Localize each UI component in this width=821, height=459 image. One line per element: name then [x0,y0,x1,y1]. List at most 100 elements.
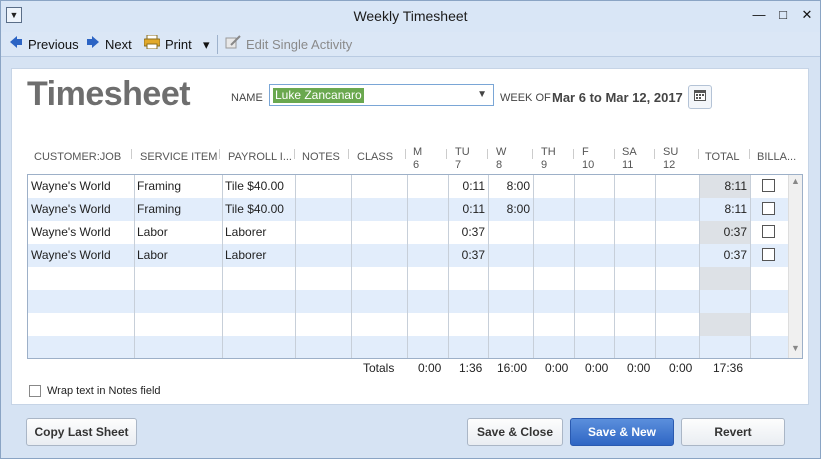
name-dropdown[interactable]: Luke Zancanaro ▼ [269,84,494,106]
print-label: Print [165,37,192,52]
calendar-button[interactable] [688,85,712,109]
table-row[interactable]: Wayne's World Framing Tile $40.00 0:11 8… [28,175,790,198]
table-row[interactable] [28,267,790,290]
cell-tuesday[interactable]: 0:11 [448,198,488,221]
col-wednesday-date: 8 [496,159,503,171]
cell-tuesday[interactable]: 0:37 [448,221,488,244]
col-monday-date: 6 [413,159,420,171]
col-saturday[interactable]: SA 11 [622,146,637,172]
header-separator [487,149,488,159]
header-separator [348,149,349,159]
chevron-down-icon[interactable]: ▼ [477,89,487,100]
cell-customer[interactable]: Wayne's World [28,244,134,267]
cell-customer[interactable]: Wayne's World [28,175,134,198]
wrap-text-checkbox[interactable] [29,385,41,397]
col-thursday-date: 9 [541,159,548,171]
save-new-button[interactable]: Save & New [570,418,674,446]
col-saturday-day: SA [622,146,637,158]
revert-button[interactable]: Revert [681,418,785,446]
cell-payroll[interactable]: Tile $40.00 [222,198,295,221]
cell-wednesday[interactable] [488,221,533,244]
wrap-text-option[interactable]: Wrap text in Notes field [29,385,161,397]
print-dropdown-icon[interactable]: ▾ [203,34,210,55]
col-sunday-day: SU [663,146,679,158]
col-sunday[interactable]: SU 12 [663,146,678,172]
cell-payroll[interactable]: Laborer [222,244,295,267]
cell-service[interactable]: Framing [134,198,222,221]
cell-customer[interactable]: Wayne's World [28,198,134,221]
column-divider [351,175,352,358]
billable-checkbox[interactable] [762,225,775,238]
col-sunday-date: 12 [663,159,676,171]
cell-service[interactable]: Labor [134,244,222,267]
column-divider [448,175,449,358]
table-row[interactable] [28,313,790,336]
col-monday[interactable]: M6 [413,146,422,172]
cell-payroll[interactable]: Laborer [222,221,295,244]
col-tuesday-day: TU [455,146,470,158]
cell-tuesday[interactable]: 0:11 [448,175,488,198]
total-monday: 0:00 [418,361,442,375]
week-of-label: WEEK OF [500,92,551,104]
timesheet-grid[interactable]: Wayne's World Framing Tile $40.00 0:11 8… [27,174,803,359]
cell-wednesday[interactable]: 8:00 [488,198,533,221]
column-divider [699,175,700,358]
scroll-down-icon[interactable]: ▼ [789,343,802,357]
copy-last-sheet-button[interactable]: Copy Last Sheet [26,418,137,446]
edit-single-activity-button[interactable]: Edit Single Activity [225,34,352,55]
col-tuesday[interactable]: TU 7 [455,146,470,172]
col-total[interactable]: TOTAL [705,151,739,164]
col-customer-job[interactable]: CUSTOMER:JOB [34,151,121,164]
billable-checkbox[interactable] [762,179,775,192]
calendar-icon [694,90,706,104]
close-icon[interactable]: ✕ [796,5,818,25]
scroll-up-icon[interactable]: ▲ [789,176,802,190]
cell-total: 0:37 [723,248,747,262]
save-close-button[interactable]: Save & Close [467,418,563,446]
cell-wednesday[interactable]: 8:00 [488,175,533,198]
previous-button[interactable]: Previous [9,34,79,55]
col-service-item[interactable]: SERVICE ITEM [140,151,217,164]
table-row[interactable]: Wayne's World Framing Tile $40.00 0:11 8… [28,198,790,221]
header-separator [532,149,533,159]
vertical-scrollbar[interactable]: ▲ ▼ [788,175,802,358]
previous-label: Previous [28,37,79,52]
billable-checkbox[interactable] [762,202,775,215]
cell-service[interactable]: Labor [134,221,222,244]
toolbar: Previous Next Print ▾ Edit Single Activi… [1,32,820,57]
totals-label: Totals [363,361,395,375]
col-class[interactable]: CLASS [357,151,393,164]
col-friday-day: F [582,146,589,158]
edit-icon [225,34,241,55]
column-divider [614,175,615,358]
col-notes[interactable]: NOTES [302,151,340,164]
title-bar: ▼ Weekly Timesheet — □ ✕ [1,1,820,32]
table-row[interactable]: Wayne's World Labor Laborer 0:37 0:37 [28,244,790,267]
col-payroll-item[interactable]: PAYROLL I... [228,151,292,164]
next-button[interactable]: Next [86,34,132,55]
window-title: Weekly Timesheet [353,8,468,24]
table-row[interactable] [28,336,790,358]
table-row[interactable] [28,290,790,313]
col-billable[interactable]: BILLA... [757,151,796,164]
print-button[interactable]: Print [143,34,192,55]
billable-checkbox[interactable] [762,248,775,261]
header-separator [614,149,615,159]
total-friday: 0:00 [585,361,609,375]
header-separator [131,149,132,159]
cell-service[interactable]: Framing [134,175,222,198]
col-friday[interactable]: F 10 [582,146,594,172]
column-divider [134,175,135,358]
cell-tuesday[interactable]: 0:37 [448,244,488,267]
restore-icon[interactable]: □ [772,5,794,25]
cell-payroll[interactable]: Tile $40.00 [222,175,295,198]
cell-customer[interactable]: Wayne's World [28,221,134,244]
arrow-left-icon [9,34,23,55]
col-wednesday-day: W [496,146,507,158]
cell-wednesday[interactable] [488,244,533,267]
col-wednesday[interactable]: W8 [496,146,506,172]
table-row[interactable]: Wayne's World Labor Laborer 0:37 0:37 [28,221,790,244]
column-divider [295,175,296,358]
minimize-icon[interactable]: — [748,5,770,25]
col-thursday[interactable]: TH 9 [541,146,556,172]
